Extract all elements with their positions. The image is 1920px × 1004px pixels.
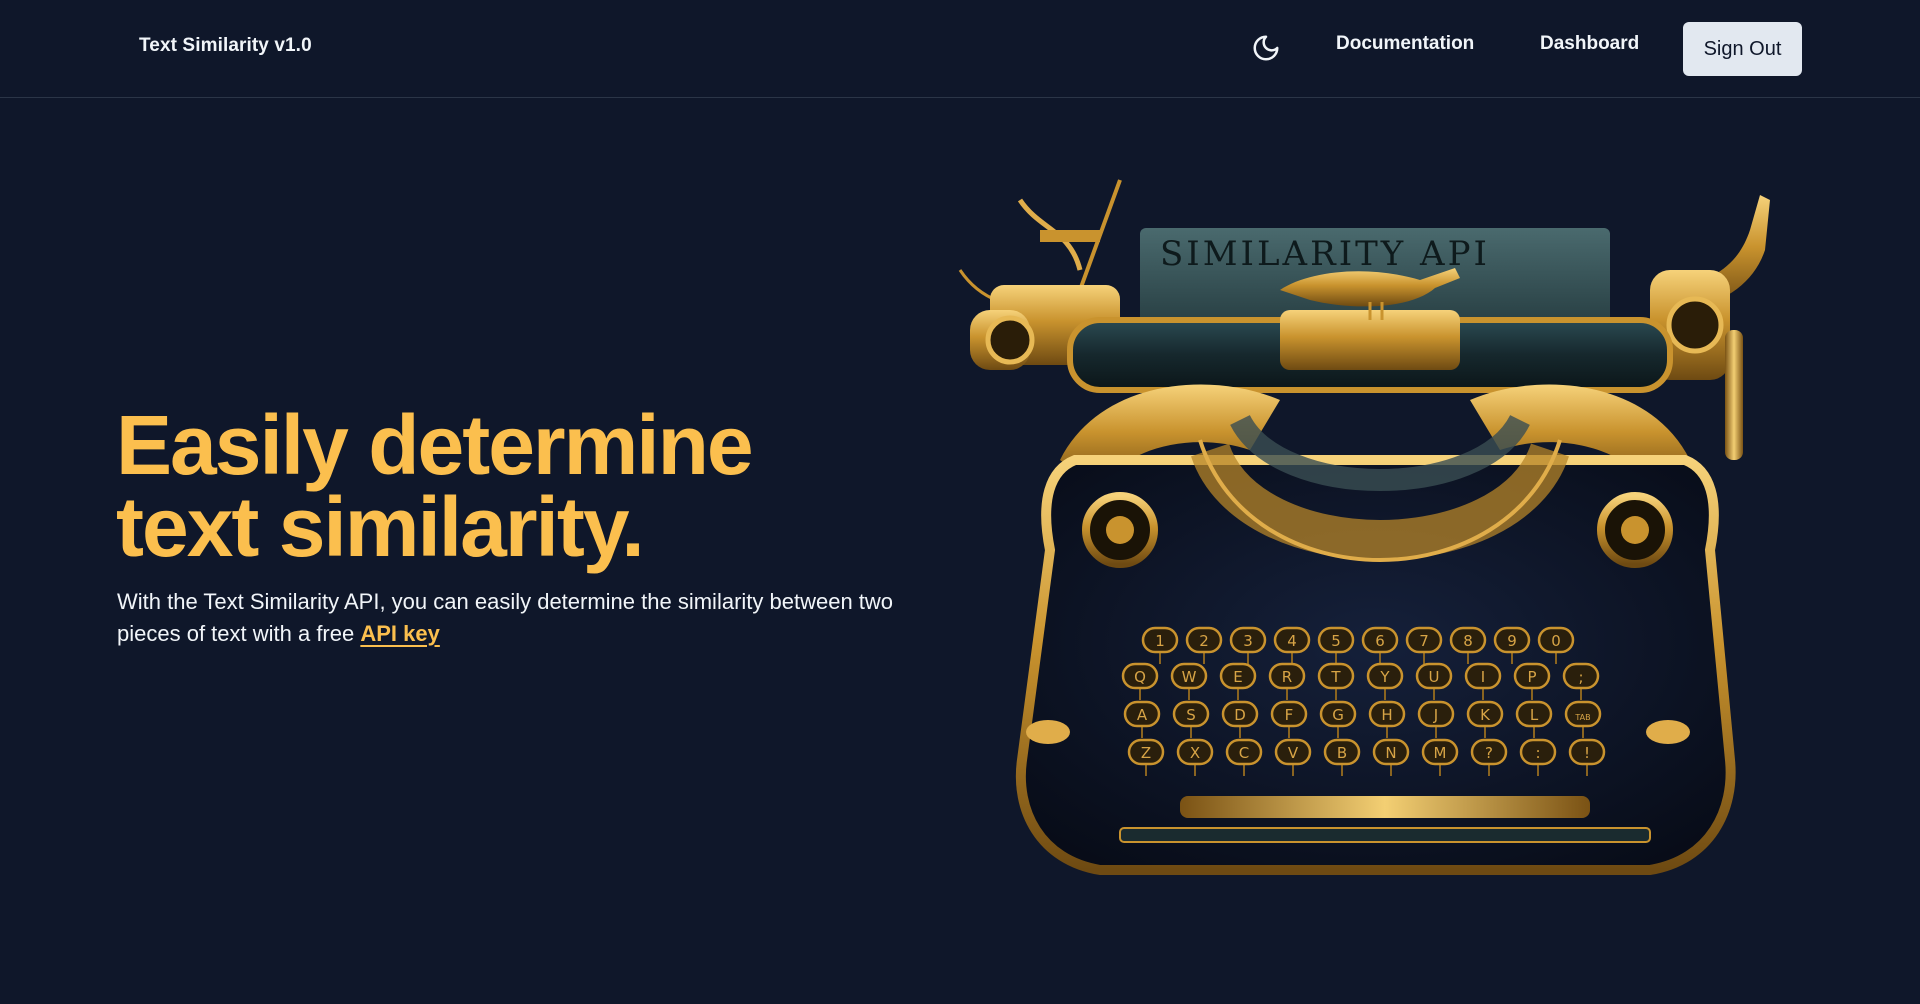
svg-text:4: 4 [1287, 632, 1297, 650]
svg-text:P: P [1527, 668, 1536, 686]
svg-text:F: F [1285, 706, 1294, 724]
typewriter-illustration: SIMILARITY API 1 2 3 4 5 6 7 8 9 0 Q W E R T Y U I P ; A S D F G… [958, 179, 1770, 875]
hero-title-line-2: text similarity. [116, 480, 645, 574]
svg-text:G: G [1332, 706, 1344, 724]
svg-text:K: K [1480, 706, 1491, 724]
svg-text:T: T [1330, 668, 1341, 686]
svg-text:Z: Z [1141, 744, 1151, 762]
svg-text:9: 9 [1507, 632, 1517, 650]
svg-text:E: E [1233, 668, 1242, 686]
svg-text:8: 8 [1463, 632, 1473, 650]
svg-text:2: 2 [1199, 632, 1209, 650]
paper-text: SIMILARITY API [1160, 234, 1490, 274]
svg-text:!: ! [1584, 744, 1590, 762]
svg-text:0: 0 [1551, 632, 1561, 650]
svg-text:TAB: TAB [1574, 713, 1590, 722]
svg-text:C: C [1239, 744, 1249, 762]
nav-link-dashboard[interactable]: Dashboard [1540, 33, 1639, 55]
svg-text:3: 3 [1243, 632, 1253, 650]
sign-out-button[interactable]: Sign Out [1683, 22, 1802, 76]
svg-text:R: R [1282, 668, 1292, 686]
svg-text:I: I [1481, 668, 1485, 686]
svg-text:5: 5 [1331, 632, 1341, 650]
svg-text:M: M [1434, 744, 1447, 762]
svg-text:6: 6 [1375, 632, 1385, 650]
svg-text:7: 7 [1419, 632, 1429, 650]
hero-title: Easily determine text similarity. [116, 398, 836, 574]
svg-text:?: ? [1485, 744, 1493, 762]
api-key-link[interactable]: API key [360, 621, 440, 646]
hero-description: With the Text Similarity API, you can ea… [117, 586, 957, 650]
svg-text:;: ; [1578, 668, 1583, 686]
hero-title-line-1: Easily determine [116, 398, 754, 492]
svg-text:B: B [1337, 744, 1347, 762]
svg-text:V: V [1288, 744, 1299, 762]
svg-text:A: A [1137, 706, 1148, 724]
svg-text::: : [1535, 744, 1540, 762]
svg-text:U: U [1429, 668, 1440, 686]
svg-text:S: S [1186, 706, 1196, 724]
svg-text:L: L [1530, 706, 1539, 724]
svg-text:X: X [1190, 744, 1200, 762]
theme-toggle-button[interactable] [1248, 30, 1284, 66]
svg-text:Q: Q [1134, 668, 1146, 686]
svg-text:W: W [1182, 668, 1197, 686]
brand-link[interactable]: Text Similarity v1.0 [139, 35, 312, 57]
svg-text:J: J [1433, 706, 1438, 724]
hero-description-text: With the Text Similarity API, you can ea… [117, 589, 894, 646]
svg-text:N: N [1385, 744, 1396, 762]
svg-text:D: D [1234, 706, 1246, 724]
moon-icon [1253, 35, 1279, 61]
svg-text:1: 1 [1155, 632, 1165, 650]
svg-text:Y: Y [1379, 668, 1390, 686]
nav-link-documentation[interactable]: Documentation [1336, 33, 1474, 55]
svg-text:H: H [1381, 706, 1392, 724]
top-navbar: Text Similarity v1.0 Documentation Dashb… [0, 0, 1920, 98]
